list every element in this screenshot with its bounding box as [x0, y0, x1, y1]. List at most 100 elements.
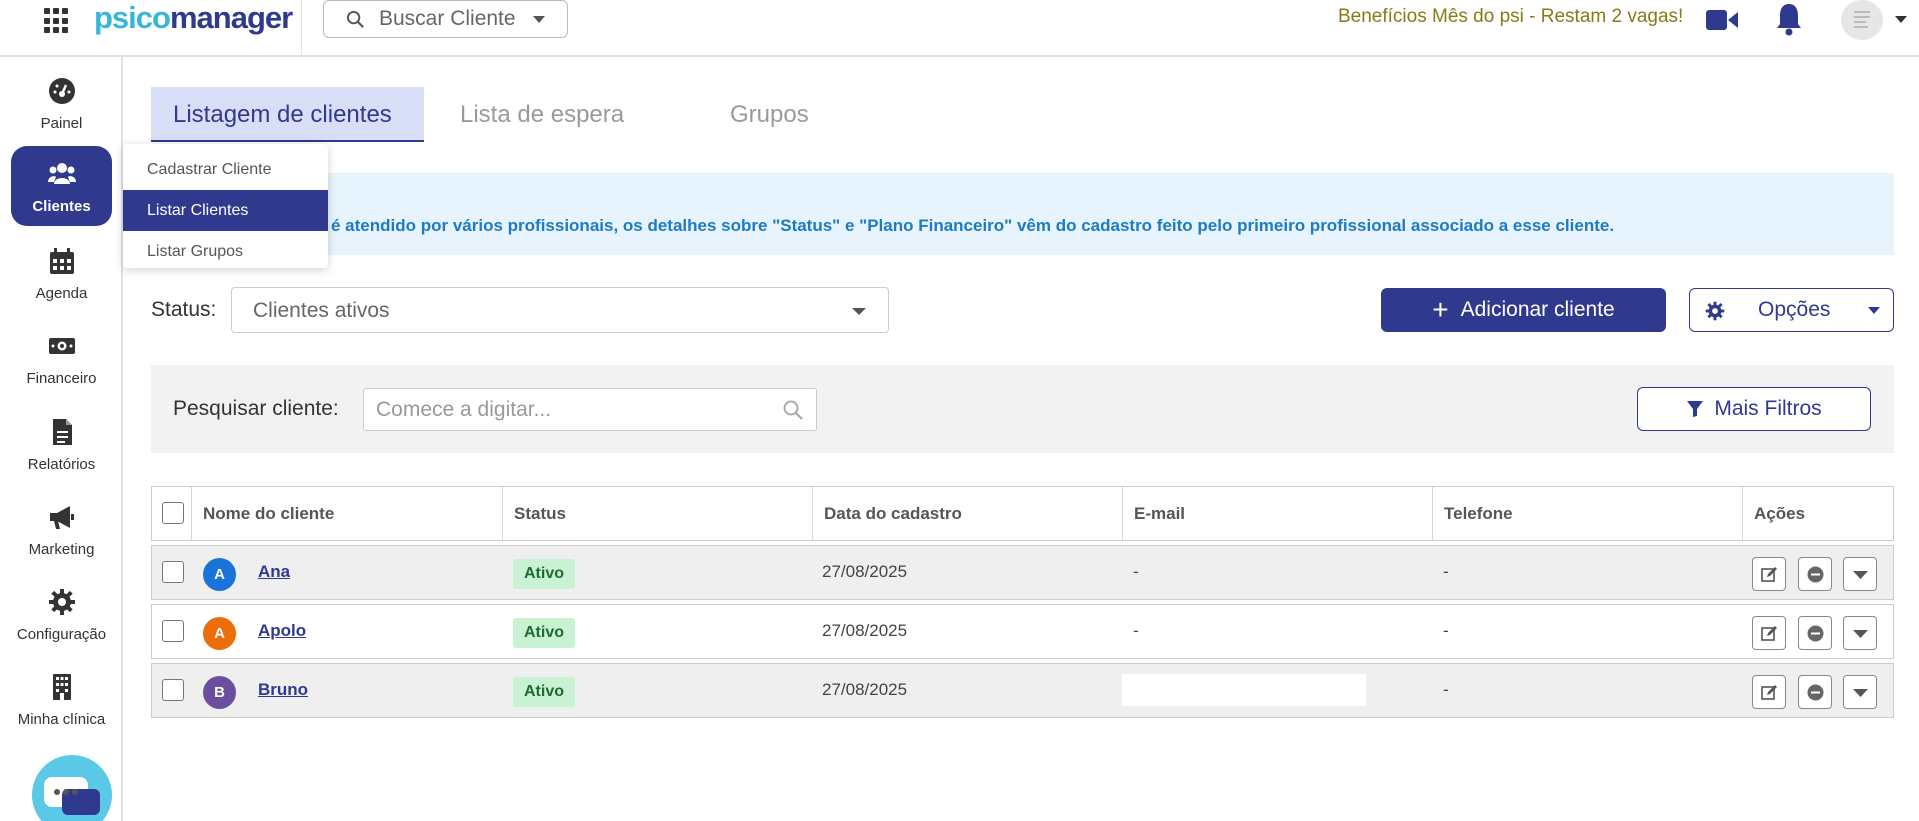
client-phone: - [1443, 562, 1449, 581]
header-divider [301, 0, 302, 55]
add-client-button[interactable]: + Adicionar cliente [1381, 288, 1666, 332]
column-header-name[interactable]: Nome do cliente [191, 487, 502, 540]
row-checkbox[interactable] [162, 620, 184, 642]
client-avatar: A [203, 617, 236, 650]
client-name-link[interactable]: Apolo [258, 621, 306, 641]
chat-support-button[interactable] [32, 755, 112, 821]
options-label: Opções [1758, 298, 1831, 321]
row-menu-button[interactable] [1843, 557, 1877, 591]
logo-rest: manager [169, 0, 293, 35]
client-name-link[interactable]: Ana [258, 562, 290, 582]
gear-icon [49, 589, 75, 615]
edit-icon [1761, 685, 1777, 700]
table-header: Nome do cliente Status Data do cadastro … [151, 486, 1894, 541]
tab-grupos[interactable]: Grupos [730, 87, 809, 142]
sidebar-item-label: Financeiro [26, 370, 97, 387]
sidebar-item-label: Relatórios [27, 456, 96, 473]
column-header-actions: Ações [1742, 487, 1893, 540]
menu-item-cadastrar-cliente[interactable]: Cadastrar Cliente [123, 149, 328, 190]
sidebar-item-minha-clinica[interactable]: Minha clínica [11, 659, 112, 739]
building-icon [53, 674, 71, 700]
client-avatar: B [203, 676, 236, 709]
promo-link[interactable]: Benefícios Mês do psi - Restam 2 vagas! [1338, 6, 1683, 28]
table-row: A Ana Ativo 27/08/2025 - - [151, 545, 1894, 600]
client-phone: - [1443, 680, 1449, 699]
deactivate-button[interactable] [1798, 557, 1832, 591]
minus-circle-icon [1807, 684, 1824, 701]
search-icon [346, 10, 364, 28]
chevron-down-icon [1853, 689, 1868, 697]
more-filters-button[interactable]: Mais Filtros [1637, 387, 1871, 431]
client-name-link[interactable]: Bruno [258, 680, 308, 700]
search-client-dropdown[interactable]: Buscar Cliente [323, 0, 568, 38]
chat-icon [44, 777, 100, 815]
edit-icon [1761, 626, 1777, 641]
sidebar-item-relatorios[interactable]: Relatórios [11, 404, 112, 484]
user-avatar[interactable] [1841, 0, 1883, 40]
row-checkbox[interactable] [162, 679, 184, 701]
chevron-down-icon [1853, 571, 1868, 579]
search-client-field-label: Pesquisar cliente: [173, 397, 339, 420]
sidebar-item-clientes[interactable]: Clientes [11, 146, 112, 226]
redacted-email-field [1122, 674, 1366, 706]
chevron-down-icon [1853, 630, 1868, 638]
search-icon[interactable] [782, 399, 804, 421]
deactivate-button[interactable] [1798, 675, 1832, 709]
status-label: Status: [151, 298, 217, 321]
options-button[interactable]: Opções [1689, 288, 1894, 332]
video-camera-icon[interactable] [1706, 8, 1738, 32]
sidebar: Painel Clientes Agenda Financeiro Relató… [0, 57, 123, 821]
logo[interactable]: psicomanager [94, 0, 293, 36]
sidebar-item-label: Clientes [32, 198, 91, 215]
row-checkbox[interactable] [162, 561, 184, 583]
sidebar-item-financeiro[interactable]: Financeiro [11, 318, 112, 398]
sidebar-item-marketing[interactable]: Marketing [11, 489, 112, 569]
client-email: - [1133, 621, 1139, 640]
sidebar-item-configuracao[interactable]: Configuração [11, 574, 112, 654]
menu-item-listar-clientes[interactable]: Listar Clientes [123, 190, 328, 231]
status-badge: Ativo [513, 677, 575, 707]
column-header-status[interactable]: Status [502, 487, 812, 540]
edit-button[interactable] [1752, 675, 1786, 709]
edit-button[interactable] [1752, 557, 1786, 591]
status-badge: Ativo [513, 559, 575, 589]
status-select[interactable]: Clientes ativos [231, 287, 889, 333]
client-email: - [1133, 562, 1139, 581]
table-row: A Apolo Ativo 27/08/2025 - - [151, 604, 1894, 659]
column-header-phone[interactable]: Telefone [1432, 487, 1742, 540]
users-icon [48, 163, 76, 184]
money-icon [49, 338, 75, 354]
user-menu-chevron-icon[interactable] [1895, 16, 1907, 23]
status-badge: Ativo [513, 618, 575, 648]
column-header-date[interactable]: Data do cadastro [812, 487, 1122, 540]
tab-lista-de-espera[interactable]: Lista de espera [460, 87, 624, 142]
select-all-checkbox[interactable] [162, 502, 184, 524]
megaphone-icon [50, 506, 74, 529]
registration-date: 27/08/2025 [822, 680, 908, 699]
client-avatar: A [203, 558, 236, 591]
tab-listagem-de-clientes[interactable]: Listagem de clientes [151, 87, 424, 142]
menu-item-listar-grupos[interactable]: Listar Grupos [123, 231, 328, 272]
sidebar-item-label: Agenda [35, 285, 88, 302]
edit-icon [1761, 567, 1777, 582]
search-input[interactable] [364, 389, 744, 430]
deactivate-button[interactable] [1798, 616, 1832, 650]
registration-date: 27/08/2025 [822, 621, 908, 640]
client-phone: - [1443, 621, 1449, 640]
search-panel: Pesquisar cliente: Mais Filtros [151, 365, 1894, 453]
row-menu-button[interactable] [1843, 675, 1877, 709]
gear-icon [1705, 301, 1725, 321]
apps-grid-icon[interactable] [44, 8, 70, 34]
sidebar-item-agenda[interactable]: Agenda [11, 233, 112, 313]
report-icon [53, 419, 72, 445]
top-header: psicomanager Buscar Cliente Benefícios M… [0, 0, 1919, 57]
registration-date: 27/08/2025 [822, 562, 908, 581]
bell-icon[interactable] [1775, 2, 1803, 36]
plus-icon: + [1432, 294, 1449, 325]
minus-circle-icon [1807, 566, 1824, 583]
row-menu-button[interactable] [1843, 616, 1877, 650]
edit-button[interactable] [1752, 616, 1786, 650]
column-header-email[interactable]: E-mail [1122, 487, 1432, 540]
info-banner-text: é atendido por vários profissionais, os … [331, 216, 1615, 235]
sidebar-item-painel[interactable]: Painel [11, 63, 112, 143]
